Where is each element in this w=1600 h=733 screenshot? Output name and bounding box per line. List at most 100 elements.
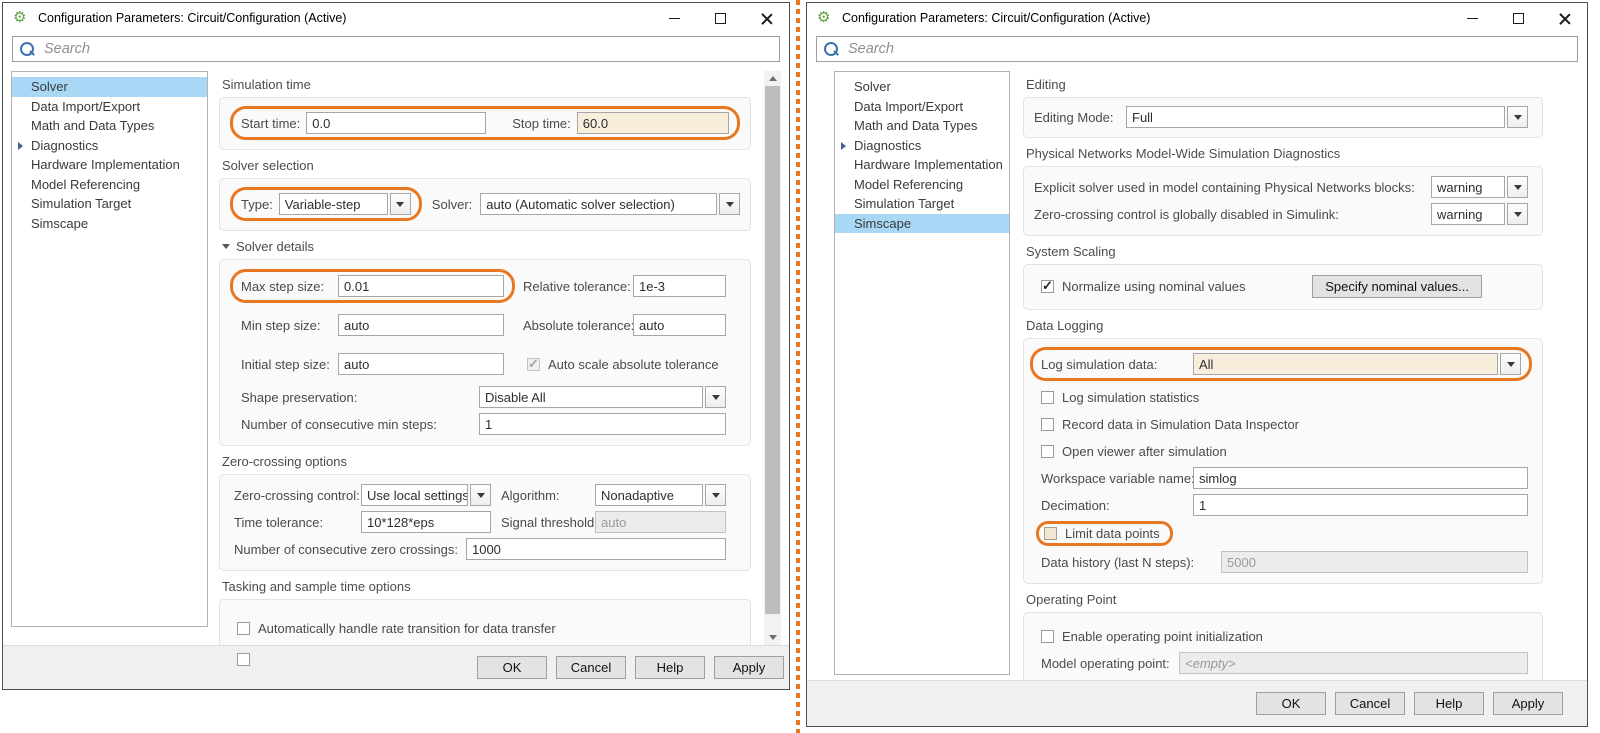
cancel-button[interactable]: Cancel: [1335, 692, 1405, 715]
close-button[interactable]: [760, 12, 773, 25]
section-title-operating-point: Operating Point: [1026, 592, 1543, 607]
open-viewer-checkbox[interactable]: [1041, 445, 1054, 458]
workspace-variable-name-label: Workspace variable name:: [1041, 471, 1193, 486]
chevron-down-icon[interactable]: [705, 484, 726, 506]
record-sdi-checkbox[interactable]: [1041, 418, 1054, 431]
ok-button[interactable]: OK: [477, 656, 547, 679]
search-placeholder: Search: [848, 41, 894, 57]
help-button[interactable]: Help: [1414, 692, 1484, 715]
sidebar-item-hardware-implementation[interactable]: Hardware Implementation: [835, 155, 1009, 175]
section-header-solver-details[interactable]: Solver details: [222, 239, 751, 254]
section-title-simulation-time: Simulation time: [222, 77, 751, 92]
chevron-down-icon[interactable]: [1507, 106, 1528, 128]
expand-arrow-icon[interactable]: [18, 142, 23, 150]
absolute-tolerance-input[interactable]: auto: [633, 314, 726, 336]
sidebar-item-solver[interactable]: Solver: [12, 77, 207, 97]
start-time-input[interactable]: 0.0: [306, 112, 486, 134]
chevron-down-icon[interactable]: [470, 484, 491, 506]
max-step-size-input[interactable]: 0.01: [338, 275, 504, 297]
limit-data-points-checkbox[interactable]: [1044, 527, 1057, 540]
rate-transition-label: Automatically handle rate transition for…: [258, 621, 556, 636]
search-input[interactable]: Search: [12, 36, 780, 62]
collapse-arrow-icon[interactable]: [222, 244, 230, 249]
normalize-nominal-values-checkbox[interactable]: [1041, 280, 1054, 293]
apply-button[interactable]: Apply: [714, 656, 784, 679]
priority-value-checkbox[interactable]: [237, 653, 250, 666]
shape-preservation-dropdown[interactable]: Disable All: [479, 386, 726, 408]
vertical-scrollbar[interactable]: [764, 71, 781, 645]
zero-crossing-disabled-dropdown[interactable]: warning: [1431, 203, 1528, 225]
stop-time-input[interactable]: 60.0: [577, 112, 729, 134]
window-controls: [668, 12, 773, 25]
scrollbar-thumb[interactable]: [765, 86, 780, 614]
log-simulation-statistics-checkbox[interactable]: [1041, 391, 1054, 404]
algorithm-dropdown[interactable]: Nonadaptive: [595, 484, 726, 506]
highlight-ring-max-step-size: Max step size: 0.01: [230, 269, 515, 303]
search-icon: [824, 42, 839, 57]
sidebar-item-hardware-implementation[interactable]: Hardware Implementation: [12, 155, 207, 175]
specify-nominal-values-button[interactable]: Specify nominal values...: [1312, 275, 1482, 298]
search-icon: [20, 42, 35, 57]
close-button[interactable]: [1558, 12, 1571, 25]
sidebar-item-data-import-export[interactable]: Data Import/Export: [835, 97, 1009, 117]
sidebar-item-simscape[interactable]: Simscape: [835, 214, 1009, 234]
sidebar-item-math-and-data-types[interactable]: Math and Data Types: [835, 116, 1009, 136]
min-step-size-label: Min step size:: [241, 318, 338, 333]
chevron-down-icon[interactable]: [390, 193, 411, 215]
relative-tolerance-input[interactable]: 1e-3: [633, 275, 726, 297]
rate-transition-checkbox[interactable]: [237, 622, 250, 635]
time-tolerance-input[interactable]: 10*128*eps: [361, 511, 491, 533]
minimize-button[interactable]: [1466, 12, 1479, 25]
model-operating-point-input: <empty>: [1179, 652, 1528, 674]
ok-button[interactable]: OK: [1256, 692, 1326, 715]
workspace-variable-name-input[interactable]: simlog: [1193, 467, 1528, 489]
chevron-down-icon[interactable]: [705, 386, 726, 408]
editing-mode-dropdown[interactable]: Full: [1126, 106, 1528, 128]
orange-dotted-divider: [796, 0, 800, 733]
initial-step-size-input[interactable]: auto: [338, 353, 504, 375]
explicit-solver-dropdown[interactable]: warning: [1431, 176, 1528, 198]
chevron-down-icon[interactable]: [1500, 353, 1521, 375]
log-simulation-statistics-label: Log simulation statistics: [1062, 390, 1199, 405]
sidebar-item-diagnostics[interactable]: Diagnostics: [835, 136, 1009, 156]
solver-type-dropdown[interactable]: Variable-step: [279, 193, 411, 215]
maximize-button[interactable]: [1512, 12, 1525, 25]
min-step-size-input[interactable]: auto: [338, 314, 504, 336]
sidebar-item-math-and-data-types[interactable]: Math and Data Types: [12, 116, 207, 136]
enable-operating-point-label: Enable operating point initialization: [1062, 629, 1263, 644]
sidebar-item-diagnostics[interactable]: Diagnostics: [12, 136, 207, 156]
scroll-down-arrow-icon[interactable]: [764, 630, 781, 645]
scroll-up-arrow-icon[interactable]: [764, 71, 781, 86]
cancel-button[interactable]: Cancel: [556, 656, 626, 679]
dialog-body: Solver Data Import/Export Math and Data …: [807, 71, 1587, 680]
zero-crossing-control-dropdown[interactable]: Use local settings: [361, 484, 491, 506]
decimation-input[interactable]: 1: [1193, 494, 1528, 516]
consecutive-zero-crossings-input[interactable]: 1000: [466, 538, 726, 560]
signal-threshold-input: auto: [595, 511, 726, 533]
apply-button[interactable]: Apply: [1493, 692, 1563, 715]
consecutive-min-steps-input[interactable]: 1: [479, 413, 726, 435]
help-button[interactable]: Help: [635, 656, 705, 679]
sidebar-item-data-import-export[interactable]: Data Import/Export: [12, 97, 207, 117]
expand-arrow-icon[interactable]: [841, 142, 846, 150]
chevron-down-icon[interactable]: [1507, 176, 1528, 198]
sidebar-item-simulation-target[interactable]: Simulation Target: [835, 194, 1009, 214]
chevron-down-icon[interactable]: [719, 193, 740, 215]
search-input[interactable]: Search: [816, 36, 1578, 62]
data-history-label: Data history (last N steps):: [1041, 555, 1221, 570]
chevron-down-icon[interactable]: [1507, 203, 1528, 225]
log-simulation-data-dropdown[interactable]: All: [1193, 353, 1521, 375]
maximize-button[interactable]: [714, 12, 727, 25]
sidebar-item-model-referencing[interactable]: Model Referencing: [835, 175, 1009, 195]
titlebar: Configuration Parameters: Circuit/Config…: [807, 3, 1587, 33]
sidebar-item-model-referencing[interactable]: Model Referencing: [12, 175, 207, 195]
enable-operating-point-checkbox[interactable]: [1041, 630, 1054, 643]
window-controls: [1466, 12, 1571, 25]
auto-scale-absolute-tolerance-checkbox[interactable]: [527, 358, 540, 371]
sidebar-item-simulation-target[interactable]: Simulation Target: [12, 194, 207, 214]
minimize-button[interactable]: [668, 12, 681, 25]
section-title-zero-crossing: Zero-crossing options: [222, 454, 751, 469]
sidebar-item-solver[interactable]: Solver: [835, 77, 1009, 97]
solver-dropdown[interactable]: auto (Automatic solver selection): [480, 193, 740, 215]
sidebar-item-simscape[interactable]: Simscape: [12, 214, 207, 234]
